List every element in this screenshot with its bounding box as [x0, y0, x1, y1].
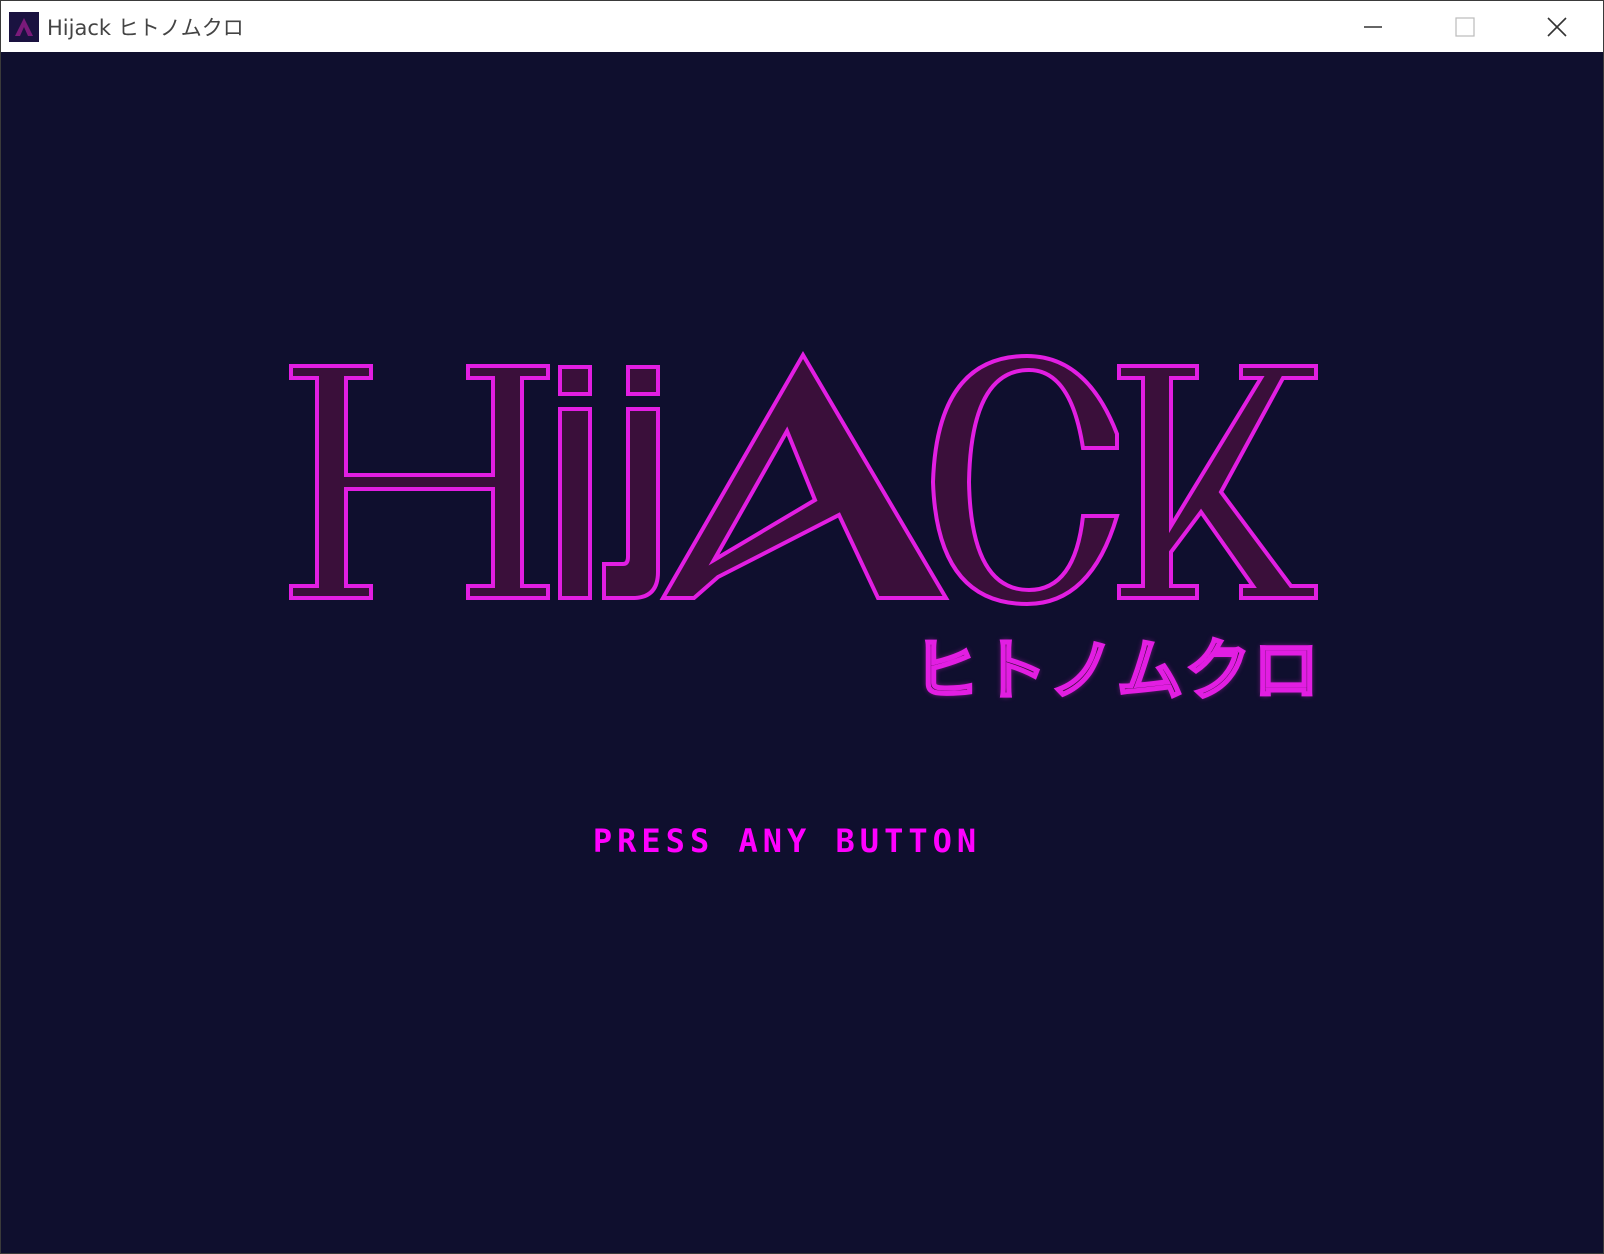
close-icon: [1547, 16, 1567, 37]
minimize-button[interactable]: [1327, 1, 1419, 52]
logo-subtitle: ヒトノムクロ: [912, 631, 1321, 711]
logo-letter-i-dot: [558, 365, 592, 396]
game-window: Hijack ヒトノムクロ ヒトノムクロ PRESS ANY BUTTON: [0, 0, 1604, 1254]
game-canvas[interactable]: ヒトノムクロ PRESS ANY BUTTON: [1, 52, 1603, 1253]
app-logo-icon: [9, 11, 39, 42]
logo-letter-c: [930, 353, 1120, 607]
logo-letter-h: [289, 364, 550, 600]
logo-letter-j-dot: [626, 365, 660, 396]
minimize-icon: [1364, 25, 1382, 28]
title-bar[interactable]: Hijack ヒトノムクロ: [1, 1, 1603, 52]
game-logo: [289, 351, 1318, 607]
window-title: Hijack ヒトノムクロ: [47, 15, 244, 40]
close-button[interactable]: [1511, 1, 1603, 52]
maximize-button[interactable]: [1419, 1, 1511, 52]
logo-letter-j-stem: [602, 407, 660, 600]
press-any-button-prompt[interactable]: PRESS ANY BUTTON: [1, 822, 1588, 860]
window-controls: [1327, 1, 1603, 52]
logo-letter-i-stem: [558, 407, 592, 600]
maximize-icon: [1455, 16, 1475, 37]
logo-letter-k: [1117, 364, 1318, 600]
logo-letter-a: [659, 351, 950, 600]
